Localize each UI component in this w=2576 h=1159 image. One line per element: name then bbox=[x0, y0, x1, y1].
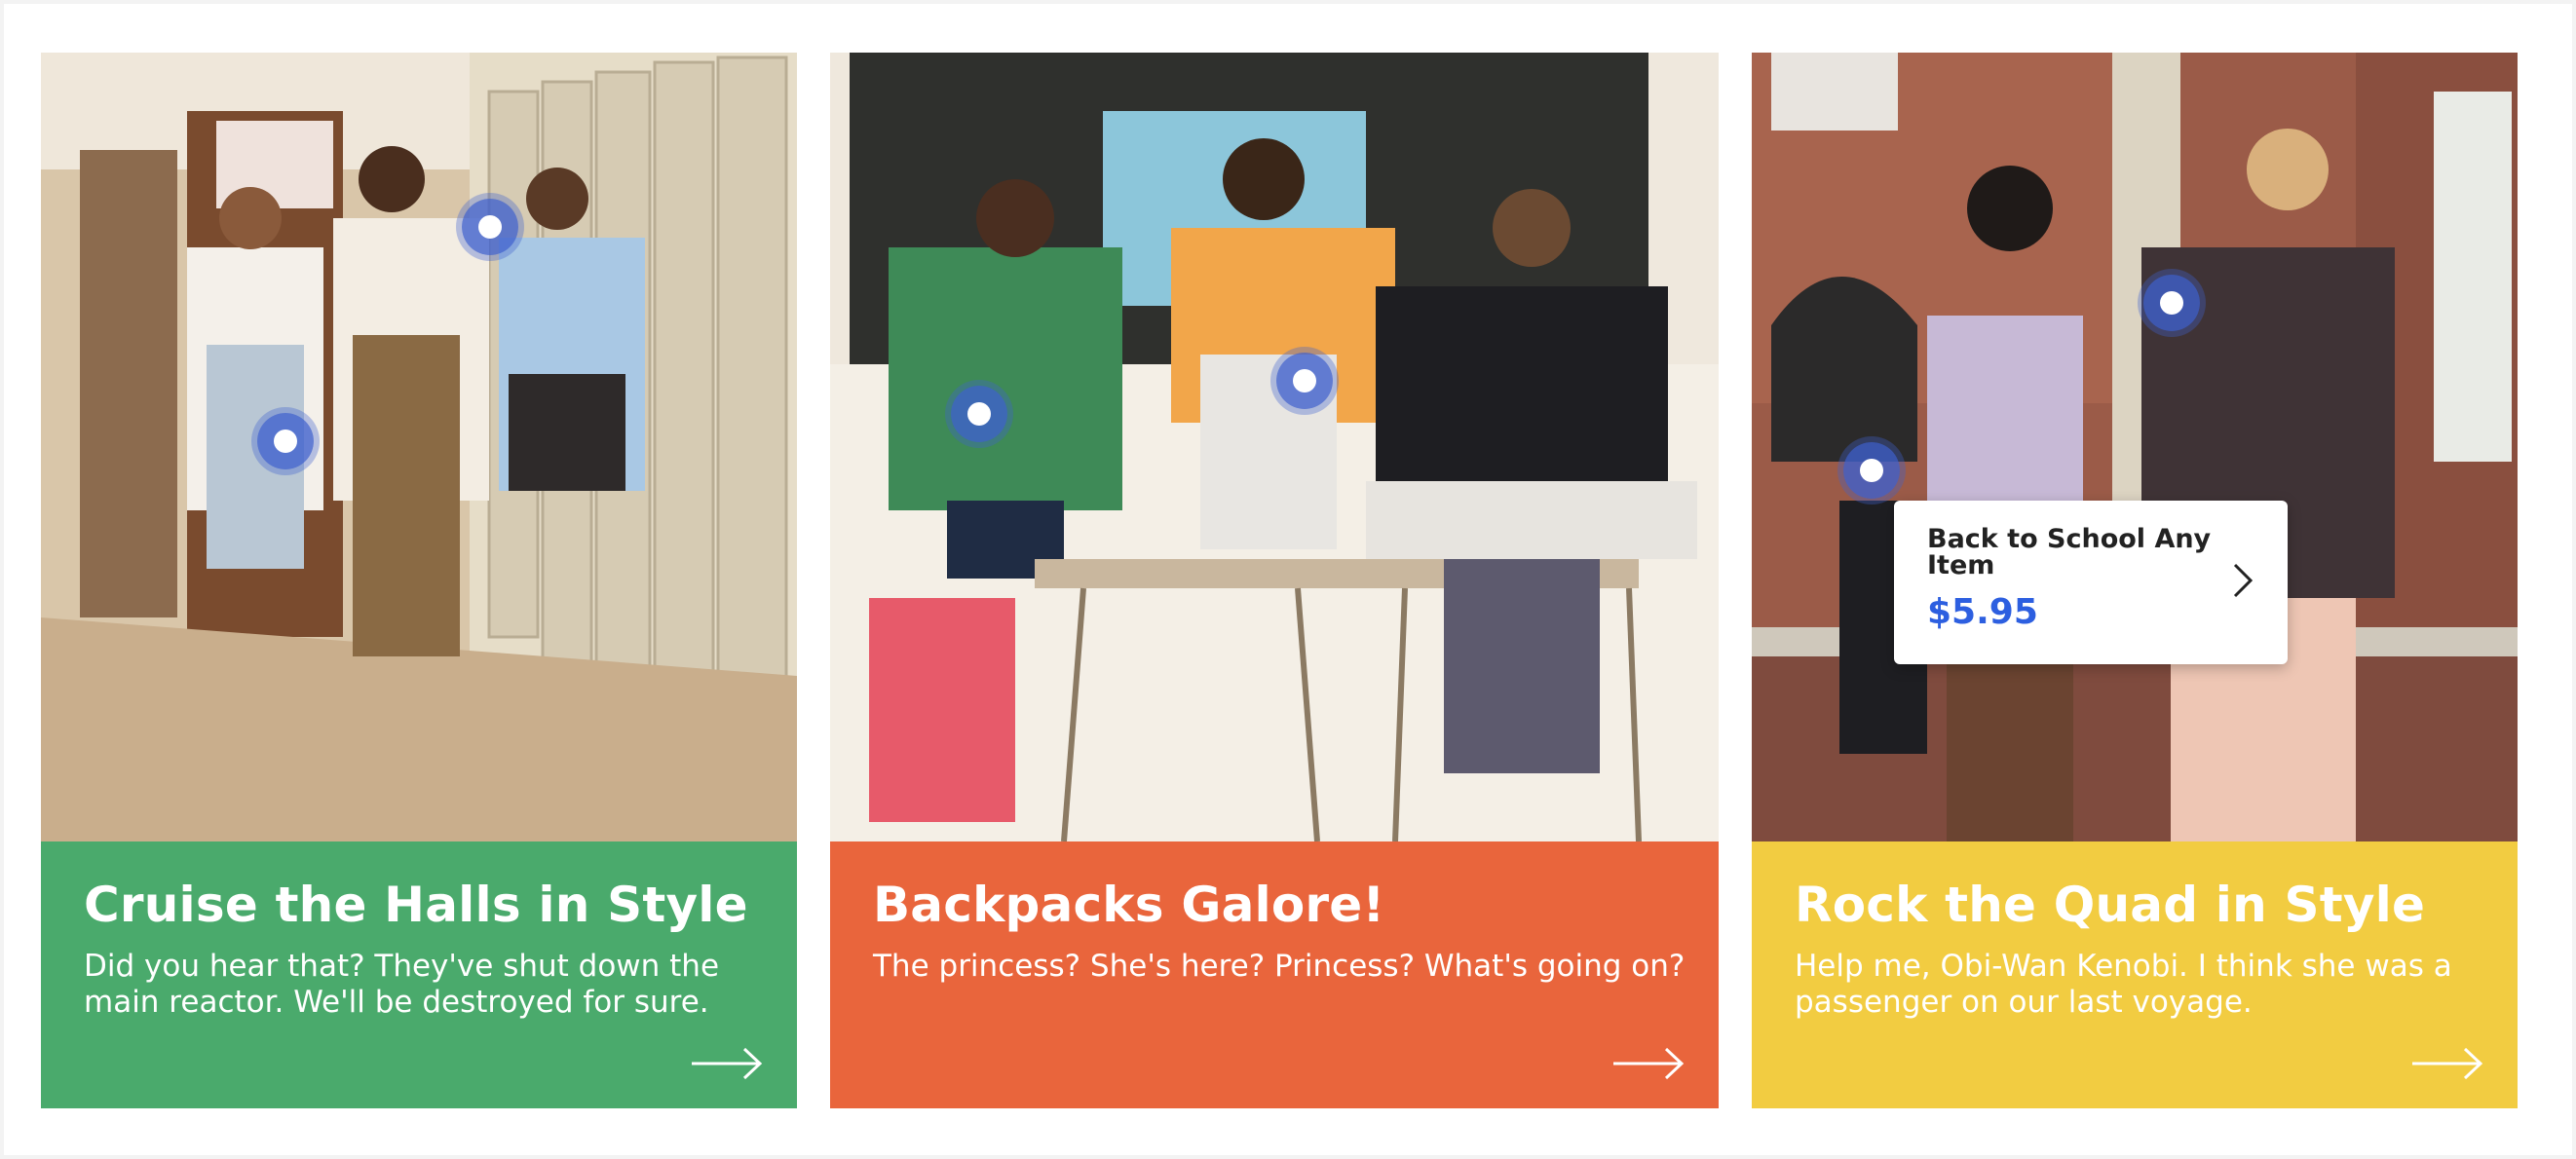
card-text-panel: Backpacks Galore! The princess? She's he… bbox=[830, 841, 1719, 1108]
promo-card-backpacks[interactable]: Backpacks Galore! The princess? She's he… bbox=[830, 53, 1719, 1108]
arrow-right-icon[interactable] bbox=[1611, 1046, 1686, 1081]
tooltip-product-price: $5.95 bbox=[1927, 592, 2038, 632]
product-tooltip[interactable]: Back to School Any Item $5.95 bbox=[1894, 501, 2288, 664]
card-description: Did you hear that? They've shut down the… bbox=[84, 949, 720, 1020]
promo-card-quad[interactable]: Back to School Any Item $5.95 Rock the Q… bbox=[1752, 53, 2518, 1108]
promo-card-halls[interactable]: Cruise the Halls in Style Did you hear t… bbox=[41, 53, 797, 1108]
card-title: Cruise the Halls in Style bbox=[84, 877, 748, 933]
card-title: Rock the Quad in Style bbox=[1795, 877, 2426, 933]
product-hotspot[interactable] bbox=[257, 413, 314, 469]
card-description: Help me, Obi-Wan Kenobi. I think she was… bbox=[1795, 949, 2452, 1020]
product-hotspot[interactable] bbox=[1843, 442, 1900, 499]
card-text-panel: Rock the Quad in Style Help me, Obi-Wan … bbox=[1752, 841, 2518, 1108]
arrow-right-icon[interactable] bbox=[2410, 1046, 2484, 1081]
tooltip-product-name: Back to School Any Item bbox=[1927, 524, 2212, 580]
product-hotspot[interactable] bbox=[1276, 353, 1333, 409]
product-hotspot[interactable] bbox=[951, 386, 1007, 442]
product-hotspot[interactable] bbox=[2143, 275, 2200, 331]
arrow-right-icon[interactable] bbox=[690, 1046, 764, 1081]
chevron-right-icon[interactable] bbox=[2231, 559, 2254, 602]
photo-classroom-backpacks bbox=[830, 53, 1719, 841]
photo-campus-quad: Back to School Any Item $5.95 bbox=[1752, 53, 2518, 841]
card-description: The princess? She's here? Princess? What… bbox=[873, 949, 1686, 984]
card-title: Backpacks Galore! bbox=[873, 877, 1385, 933]
card-text-panel: Cruise the Halls in Style Did you hear t… bbox=[41, 841, 797, 1108]
product-hotspot[interactable] bbox=[462, 199, 518, 255]
photo-hallway-students bbox=[41, 53, 797, 841]
